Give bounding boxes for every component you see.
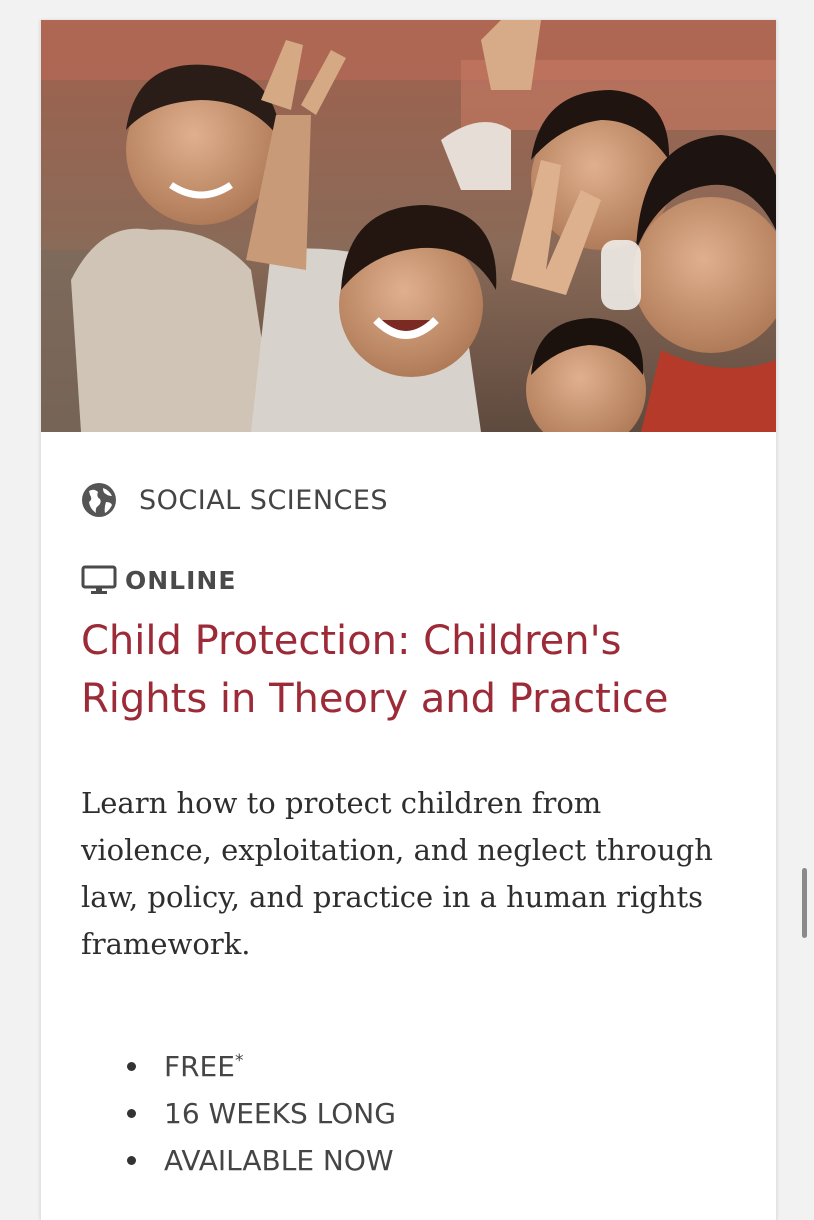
list-item: AVAILABLE NOW	[81, 1137, 396, 1184]
course-hero-image[interactable]	[41, 20, 776, 432]
course-description: Learn how to protect children from viole…	[81, 786, 713, 961]
format-label: ONLINE	[125, 565, 237, 595]
list-item: FREE *	[81, 1043, 396, 1090]
fact-duration: 16 WEEKS LONG	[164, 1097, 396, 1130]
bullet-dot	[127, 1062, 136, 1071]
bullet-dot	[127, 1109, 136, 1118]
category-label[interactable]: SOCIAL SCIENCES	[139, 485, 388, 516]
monitor-icon	[81, 565, 117, 595]
scrollbar-thumb[interactable]	[802, 868, 807, 938]
globe-icon	[81, 482, 117, 518]
course-category: SOCIAL SCIENCES	[81, 482, 388, 518]
course-card[interactable]: SOCIAL SCIENCES ONLINE Child Protection:…	[40, 20, 777, 1220]
course-title[interactable]: Child Protection: Children's Rights in T…	[81, 612, 751, 728]
list-item: 16 WEEKS LONG	[81, 1090, 396, 1137]
fact-price: FREE	[164, 1050, 235, 1083]
footnote-marker: *	[234, 1050, 244, 1071]
bullet-dot	[127, 1156, 136, 1165]
fact-availability: AVAILABLE NOW	[164, 1144, 394, 1177]
course-facts-list: FREE * 16 WEEKS LONG AVAILABLE NOW	[81, 1043, 396, 1184]
course-format: ONLINE	[81, 565, 236, 595]
